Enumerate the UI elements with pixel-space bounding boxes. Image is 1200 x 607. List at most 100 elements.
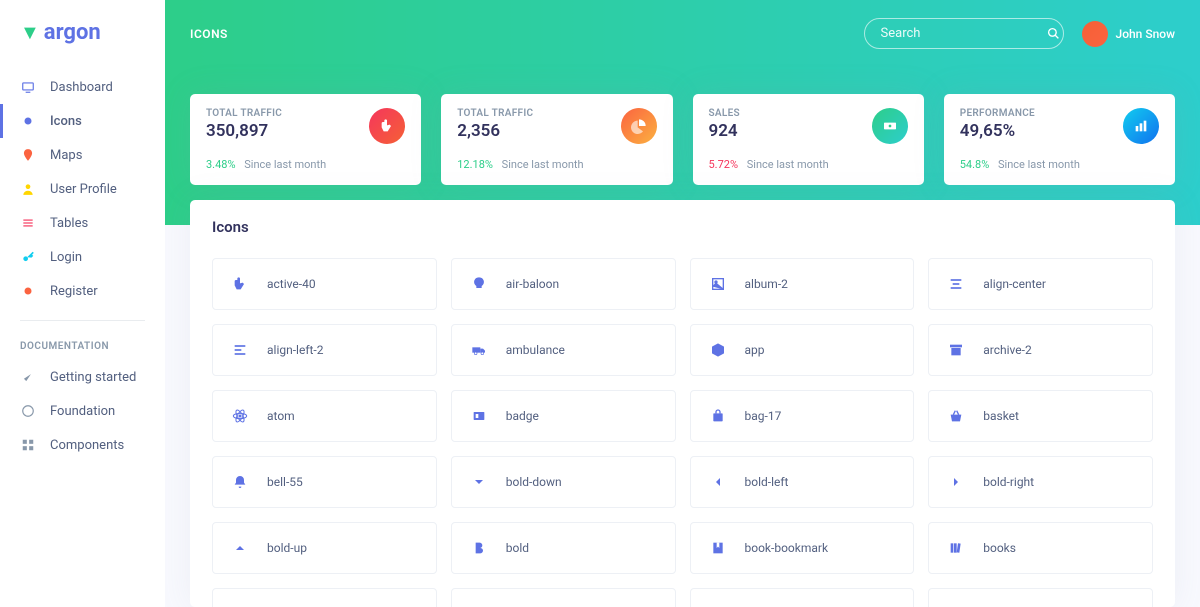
album-2-icon xyxy=(709,275,727,293)
icon-label: active-40 xyxy=(267,277,316,291)
sidebar-item-login[interactable]: Login xyxy=(0,240,165,274)
sidebar-item-components[interactable]: Components xyxy=(0,428,165,462)
nav-divider xyxy=(20,320,145,321)
logo-mark: ▼ xyxy=(20,20,40,45)
stat-pct: 12.18% xyxy=(457,158,493,171)
sidebar-item-dashboard[interactable]: Dashboard xyxy=(0,70,165,104)
icon-card-ambulance[interactable]: ambulance xyxy=(451,324,676,376)
sidebar-item-icons[interactable]: Icons xyxy=(0,104,165,138)
icon-label: ambulance xyxy=(506,343,565,357)
palette-icon xyxy=(20,403,36,419)
icon-label: bold xyxy=(506,541,529,555)
icon-label: air-baloon xyxy=(506,277,559,291)
icon-card-album-2[interactable]: album-2 xyxy=(690,258,915,310)
user-name: John Snow xyxy=(1116,27,1175,41)
circle-icon xyxy=(20,283,36,299)
icon-card-bell-55[interactable]: bell-55 xyxy=(212,456,437,508)
icon-card-atom[interactable]: atom xyxy=(212,390,437,442)
icon-grid: active-40 air-baloon album-2 align-center al… xyxy=(212,258,1153,607)
bold-icon xyxy=(470,539,488,557)
rocket-icon xyxy=(20,369,36,385)
search-box[interactable] xyxy=(864,18,1064,49)
nav-label: Getting started xyxy=(50,370,136,385)
icon-card-briefcase-24[interactable]: briefcase-24 xyxy=(451,588,676,607)
stat-value: 49,65% xyxy=(960,121,1035,141)
sidebar-item-getting-started[interactable]: Getting started xyxy=(0,360,165,394)
stat-value: 350,897 xyxy=(206,121,282,141)
sidebar-item-register[interactable]: Register xyxy=(0,274,165,308)
icon-card-bold-left[interactable]: bold-left xyxy=(690,456,915,508)
bell-55-icon xyxy=(231,473,249,491)
topbar: ICONS John Snow xyxy=(190,18,1175,49)
icon-label: badge xyxy=(506,409,539,423)
nav-doc-heading: DOCUMENTATION xyxy=(0,333,165,360)
icon-card-align-center[interactable]: align-center xyxy=(928,258,1153,310)
brand-name: argon xyxy=(44,20,101,45)
header: ICONS John Snow TOTAL TRAFFIC 350,897 xyxy=(165,0,1200,225)
icon-card-books[interactable]: books xyxy=(928,522,1153,574)
book-bookmark-icon xyxy=(709,539,727,557)
icon-label: bell-55 xyxy=(267,475,303,489)
sidebar-item-user-profile[interactable]: User Profile xyxy=(0,172,165,206)
icon-card-book-bookmark[interactable]: book-bookmark xyxy=(690,522,915,574)
icon-card-app[interactable]: app xyxy=(690,324,915,376)
icon-card-bold-up[interactable]: bold-up xyxy=(212,522,437,574)
sidebar-item-maps[interactable]: Maps xyxy=(0,138,165,172)
nav-label: Login xyxy=(50,250,82,265)
search-input[interactable] xyxy=(881,26,1047,41)
icon-label: align-left-2 xyxy=(267,343,323,357)
avatar xyxy=(1082,21,1108,47)
align-left-2-icon xyxy=(231,341,249,359)
nav-label: Tables xyxy=(50,216,88,231)
icon-label: bold-down xyxy=(506,475,562,489)
stat-card: TOTAL TRAFFIC 350,897 3.48% Since last m… xyxy=(190,94,421,185)
nav-label: Icons xyxy=(50,114,82,129)
user-icon xyxy=(20,181,36,197)
sidebar-item-foundation[interactable]: Foundation xyxy=(0,394,165,428)
stat-label: TOTAL TRAFFIC xyxy=(206,108,282,119)
icon-label: bold-up xyxy=(267,541,307,555)
icon-card-archive-2[interactable]: archive-2 xyxy=(928,324,1153,376)
sidebar: ▼ argon Dashboard Icons Maps User Profile Ta… xyxy=(0,0,165,607)
brand-logo[interactable]: ▼ argon xyxy=(0,20,165,70)
bold-down-icon xyxy=(470,473,488,491)
icon-card-box-2[interactable]: box-2 xyxy=(212,588,437,607)
stat-pct: 5.72% xyxy=(709,158,739,171)
books-icon xyxy=(947,539,965,557)
sidebar-item-tables[interactable]: Tables xyxy=(0,206,165,240)
icon-card-active-40[interactable]: active-40 xyxy=(212,258,437,310)
stat-value: 924 xyxy=(709,121,740,141)
bag-17-icon xyxy=(709,407,727,425)
icon-card-badge[interactable]: badge xyxy=(451,390,676,442)
page-title: ICONS xyxy=(190,27,228,41)
icon-card-air-baloon[interactable]: air-baloon xyxy=(451,258,676,310)
content-card: Icons active-40air-baloonalbum-2align-ce… xyxy=(190,200,1175,607)
nav-label: Maps xyxy=(50,148,82,163)
stat-since: Since last month xyxy=(998,158,1080,171)
align-center-icon xyxy=(947,275,965,293)
pin-icon xyxy=(20,147,36,163)
icon-card-basket[interactable]: basket xyxy=(928,390,1153,442)
icon-label: align-center xyxy=(983,277,1046,291)
list-icon xyxy=(20,215,36,231)
stat-label: SALES xyxy=(709,108,740,119)
icon-card-bag-17[interactable]: bag-17 xyxy=(690,390,915,442)
icon-card-bold-right[interactable]: bold-right xyxy=(928,456,1153,508)
stat-since: Since last month xyxy=(244,158,326,171)
stat-pct: 54.8% xyxy=(960,158,990,171)
nav-label: Components xyxy=(50,438,124,453)
icon-label: album-2 xyxy=(745,277,788,291)
icon-card-bold[interactable]: bold xyxy=(451,522,676,574)
nav-label: Dashboard xyxy=(50,80,113,95)
icon-card-bulb-61[interactable]: bulb-61 xyxy=(928,588,1153,607)
icon-card-building[interactable]: building xyxy=(690,588,915,607)
stat-since: Since last month xyxy=(747,158,829,171)
user-menu[interactable]: John Snow xyxy=(1082,21,1175,47)
atom-icon xyxy=(231,407,249,425)
icon-card-bold-down[interactable]: bold-down xyxy=(451,456,676,508)
stat-card: SALES 924 5.72% Since last month xyxy=(693,94,924,185)
icon-label: archive-2 xyxy=(983,343,1031,357)
stat-label: PERFORMANCE xyxy=(960,108,1035,119)
stat-badge-icon xyxy=(872,108,908,144)
icon-card-align-left-2[interactable]: align-left-2 xyxy=(212,324,437,376)
